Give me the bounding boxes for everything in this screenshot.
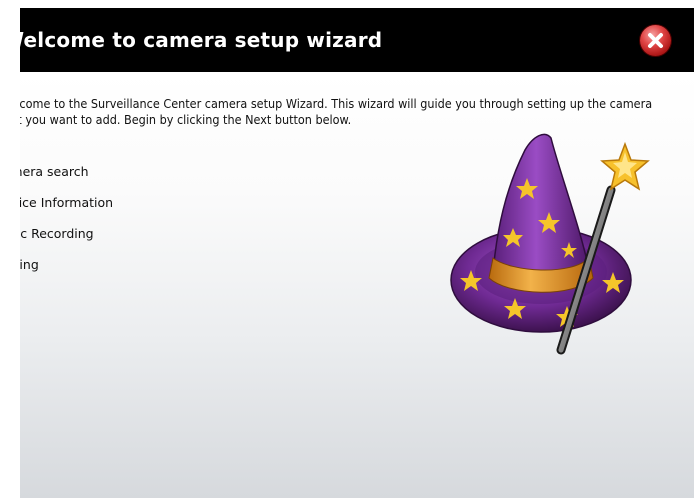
left-margin: [0, 0, 20, 498]
close-x-icon: [648, 33, 663, 48]
dialog-title: Welcome to camera setup wizard: [20, 28, 383, 52]
close-button[interactable]: [640, 25, 671, 56]
wizard-hat-and-wand-icon: [450, 133, 650, 355]
step-device-information: Device Information: [20, 195, 114, 210]
dialog-titlebar: Welcome to camera setup wizard: [20, 8, 694, 72]
wizard-content-panel: Welcome to the Surveillance Center camer…: [20, 72, 694, 498]
camera-setup-wizard-dialog: Welcome to camera setup wizard Welcome t…: [0, 0, 694, 498]
wizard-illustration: [441, 130, 661, 364]
step-setting: Setting: [20, 257, 39, 272]
intro-line-2: that you want to add. Begin by clicking …: [20, 112, 352, 127]
step-camera-search: Camera search: [20, 164, 89, 179]
intro-text: Welcome to the Surveillance Center camer…: [20, 96, 694, 128]
step-basic-recording: Basic Recording: [20, 226, 94, 241]
intro-line-1: Welcome to the Surveillance Center camer…: [20, 96, 653, 111]
wizard-steps-list: Camera search Device Information Basic R…: [20, 164, 113, 288]
